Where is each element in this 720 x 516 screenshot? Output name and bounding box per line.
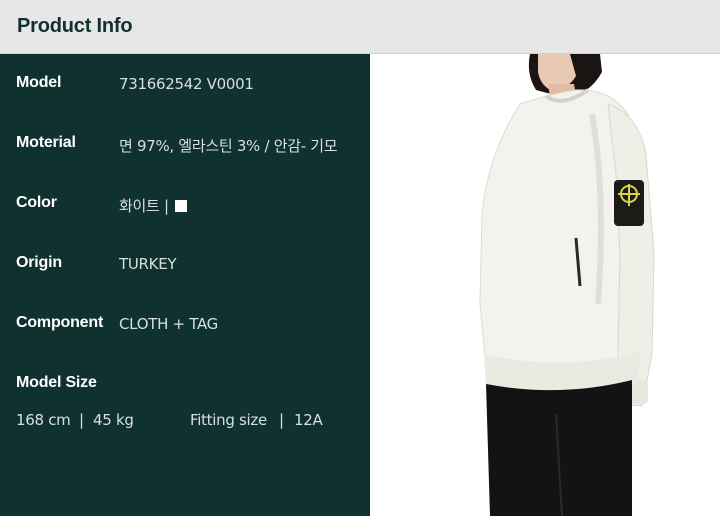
material-value: 면 97%, 엘라스틴 3% / 안감- 기모 — [119, 137, 338, 155]
model-size-label: Model Size — [16, 374, 97, 391]
origin-label: Origin — [16, 254, 62, 271]
info-row-component: Component CLOTH + TAG — [0, 314, 370, 338]
info-row-color: Color 화이트 | — [0, 194, 370, 218]
origin-value: TURKEY — [119, 255, 177, 273]
model-label: Model — [16, 74, 62, 91]
info-row-origin: Origin TURKEY — [0, 254, 370, 278]
component-value: CLOTH + TAG — [119, 315, 218, 333]
separator: | — [79, 411, 84, 429]
model-weight: 45 kg — [93, 411, 134, 429]
info-panel: Model 731662542 V0001 Moterial 면 97%, 엘라… — [0, 54, 370, 516]
material-label: Moterial — [16, 134, 76, 151]
page-title: Product Info — [17, 15, 133, 37]
component-label: Component — [16, 314, 104, 331]
header-bar: Product Info — [0, 0, 720, 54]
color-label: Color — [16, 194, 57, 211]
model-wearing-sweatshirt-image — [479, 54, 655, 516]
info-row-model: Model 731662542 V0001 — [0, 74, 370, 98]
sleeve-badge-icon — [614, 180, 644, 226]
color-value: 화이트 | — [119, 195, 188, 216]
color-swatch — [175, 200, 188, 212]
fitting-size-label: Fitting size — [190, 411, 267, 429]
model-height: 168 cm — [16, 411, 71, 429]
product-photo — [370, 54, 720, 516]
info-row-material: Moterial 면 97%, 엘라스틴 3% / 안감- 기모 — [0, 134, 370, 158]
model-value: 731662542 V0001 — [119, 75, 254, 93]
info-row-model-size: Model Size — [0, 374, 370, 398]
color-value-text: 화이트 | — [119, 197, 174, 215]
separator: | — [279, 411, 284, 429]
fitting-size-value: 12A — [294, 411, 323, 429]
